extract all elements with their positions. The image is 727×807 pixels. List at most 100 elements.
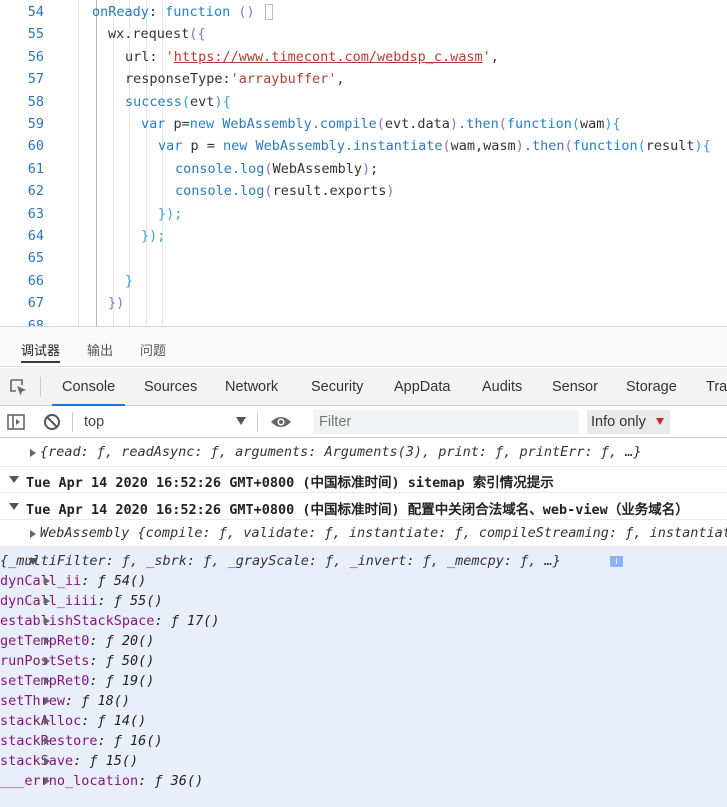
expand-arrow-icon[interactable] (44, 737, 50, 745)
property-value: : ƒ 36() (138, 773, 204, 789)
code-text: }); (158, 205, 183, 222)
object-property[interactable]: runPostSets: ƒ 50() (0, 651, 727, 671)
context-selector[interactable]: top (84, 406, 104, 438)
code-text: } (125, 272, 134, 289)
code-line[interactable]: 66} (0, 270, 727, 292)
expand-arrow-icon[interactable] (44, 777, 50, 785)
line-number: 63 (27, 205, 44, 222)
property-key: stackSave (0, 753, 74, 769)
object-header[interactable]: {_multiFilter: ƒ, _sbrk: ƒ, _grayScale: … (0, 551, 727, 571)
object-property[interactable]: stackRestore: ƒ 16() (0, 731, 727, 751)
line-number: 55 (27, 26, 44, 43)
message-text: WebAssembly {compile: ƒ, validate: ƒ, in… (40, 525, 727, 541)
log-levels-dropdown[interactable]: Info only (587, 410, 670, 434)
object-property[interactable]: dynCall_iiii: ƒ 55() (0, 591, 727, 611)
code-line[interactable]: 57 responseType:'arraybuffer', (0, 68, 727, 90)
tab-problems[interactable]: 问题 (140, 327, 166, 367)
expand-arrow-icon[interactable] (44, 677, 50, 685)
console-message[interactable]: Tue Apr 14 2020 16:52:26 GMT+0800 (中国标准时… (0, 467, 727, 493)
code-line[interactable]: 58 success(evt){ (0, 91, 727, 113)
clear-console-icon[interactable] (42, 412, 62, 432)
code-line[interactable]: 61 console.log(WebAssembly); (0, 158, 727, 180)
expand-arrow-icon[interactable] (44, 657, 50, 665)
line-number: 62 (27, 183, 44, 200)
expand-arrow-icon[interactable] (44, 597, 50, 605)
expand-arrow-icon[interactable] (44, 757, 50, 765)
code-line[interactable]: 65 (0, 247, 727, 269)
tab-network[interactable]: Network (225, 368, 278, 406)
tab-security[interactable]: Security (311, 368, 363, 406)
tab-appdata[interactable]: AppData (394, 368, 450, 406)
collapse-arrow-icon[interactable] (28, 558, 38, 565)
object-property[interactable]: getTempRet0: ƒ 20() (0, 631, 727, 651)
code-line[interactable]: 64}); (0, 225, 727, 247)
tab-console[interactable]: Console (52, 368, 126, 406)
code-line[interactable]: 67}) (0, 292, 727, 314)
tab-sensor[interactable]: Sensor (552, 368, 598, 406)
tab-audits[interactable]: Audits (482, 368, 522, 406)
line-number: 67 (27, 295, 44, 312)
expand-arrow-icon[interactable] (44, 637, 50, 645)
object-property[interactable]: setTempRet0: ƒ 19() (0, 671, 727, 691)
code-line[interactable]: 55 wx.request({ (0, 23, 727, 45)
expanded-object[interactable]: {_multiFilter: ƒ, _sbrk: ƒ, _grayScale: … (0, 547, 727, 807)
inspect-element-icon[interactable] (8, 377, 28, 397)
tab-output[interactable]: 输出 (87, 327, 113, 367)
property-value: : ƒ 17() (154, 613, 220, 629)
code-line[interactable]: 56 url: 'https://www.timecont.com/webdsp_… (0, 46, 727, 68)
line-number: 54 (27, 4, 44, 20)
code-text: wx.request({ (108, 26, 206, 43)
expand-arrow-icon[interactable] (30, 530, 36, 538)
code-text: responseType:'arraybuffer', (125, 71, 345, 88)
code-line[interactable]: 63}); (0, 203, 727, 225)
code-editor[interactable]: 54 onReady: function () 55 wx.request({ 56 u… (0, 0, 727, 327)
code-text: var p = new WebAssembly.instantiate(wam,… (158, 138, 711, 155)
property-value: : ƒ 19() (89, 673, 155, 689)
object-property[interactable]: setThrew: ƒ 18() (0, 691, 727, 711)
expand-arrow-icon[interactable] (30, 449, 36, 457)
line-number: 61 (27, 160, 44, 177)
bracket-match-marker (264, 4, 273, 20)
object-property[interactable]: ___errno_location: ƒ 36() (0, 771, 727, 791)
tab-debugger[interactable]: 调试器 (21, 327, 61, 367)
expand-arrow-icon[interactable] (44, 617, 50, 625)
property-key: setThrew (0, 693, 66, 709)
collapse-arrow-icon[interactable] (9, 476, 19, 483)
collapse-arrow-icon[interactable] (9, 503, 19, 510)
sidebar-toggle-icon[interactable] (6, 412, 26, 432)
expand-arrow-icon[interactable] (44, 577, 50, 585)
tab-trace[interactable]: Tra (706, 368, 727, 406)
code-line[interactable]: 60 var p = new WebAssembly.instantiate(wa… (0, 135, 727, 157)
console-message[interactable]: WebAssembly {compile: ƒ, validate: ƒ, in… (0, 520, 727, 547)
divider (72, 412, 73, 432)
info-icon[interactable]: i (610, 556, 623, 567)
expand-arrow-icon[interactable] (44, 697, 50, 705)
code-line[interactable]: 59 var p=new WebAssembly.compile(evt.data… (0, 113, 727, 135)
eye-icon[interactable] (270, 412, 292, 432)
line-number: 58 (27, 93, 44, 110)
object-property[interactable]: stackSave: ƒ 15() (0, 751, 727, 771)
object-property[interactable]: dynCall_ii: ƒ 54() (0, 571, 727, 591)
tab-sources[interactable]: Sources (144, 368, 197, 406)
property-value: : ƒ 18() (65, 693, 131, 709)
code-text: console.log(WebAssembly); (175, 160, 379, 177)
expand-arrow-icon[interactable] (44, 717, 50, 725)
property-value: : ƒ 15() (73, 753, 139, 769)
line-number: 57 (27, 71, 44, 88)
devtools-tab-bar: Console Sources Network Security AppData… (0, 368, 727, 406)
line-number: 60 (27, 138, 44, 155)
property-key: dynCall_ii (0, 573, 82, 589)
filter-input[interactable] (313, 410, 579, 434)
tab-storage[interactable]: Storage (626, 368, 677, 406)
console-toolbar: top Info only (0, 406, 727, 438)
chevron-down-icon[interactable] (236, 417, 246, 425)
property-value: : ƒ 14() (81, 713, 147, 729)
object-property[interactable]: stackAlloc: ƒ 14() (0, 711, 727, 731)
code-line[interactable]: 68 (0, 315, 727, 327)
console-message[interactable]: {read: ƒ, readAsync: ƒ, arguments: Argum… (0, 439, 727, 467)
code-line[interactable]: 54 onReady: function () (0, 1, 727, 23)
line-number: 68 (27, 317, 44, 327)
console-message[interactable]: Tue Apr 14 2020 16:52:26 GMT+0800 (中国标准时… (0, 493, 727, 520)
object-property[interactable]: establishStackSpace: ƒ 17() (0, 611, 727, 631)
code-line[interactable]: 62 console.log(result.exports) (0, 180, 727, 202)
